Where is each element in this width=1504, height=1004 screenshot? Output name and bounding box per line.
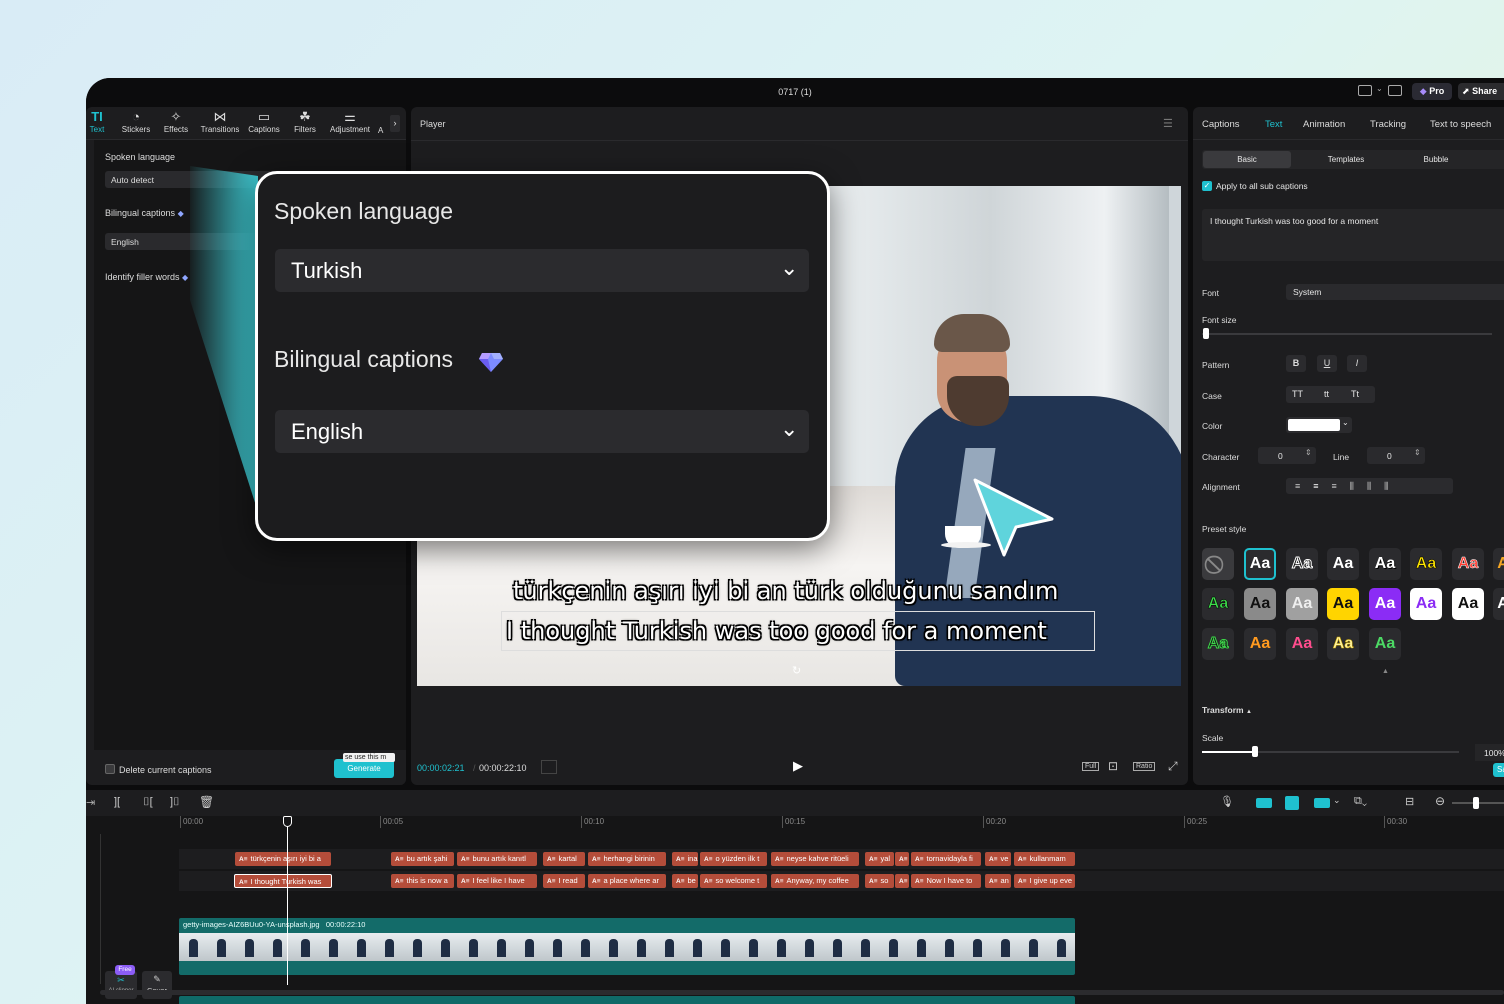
callout-bilingual-value: English	[291, 419, 364, 444]
chevron-down-icon: ⌄	[780, 255, 799, 280]
zoom-callout: Spoken language Turkish ⌄ Bilingual capt…	[255, 171, 830, 541]
chevron-down-icon: ⌄	[780, 416, 799, 441]
callout-bilingual-label: Bilingual captions	[274, 346, 454, 372]
callout-spoken-language-select[interactable]: Turkish ⌄	[275, 249, 809, 292]
callout-spoken-language-label: Spoken language	[274, 198, 454, 224]
callout-spoken-language-value: Turkish	[291, 258, 363, 283]
cursor-pointer-icon	[973, 478, 1054, 557]
callout-bilingual-select[interactable]: English ⌄	[275, 410, 809, 453]
diamond-icon	[479, 353, 503, 372]
